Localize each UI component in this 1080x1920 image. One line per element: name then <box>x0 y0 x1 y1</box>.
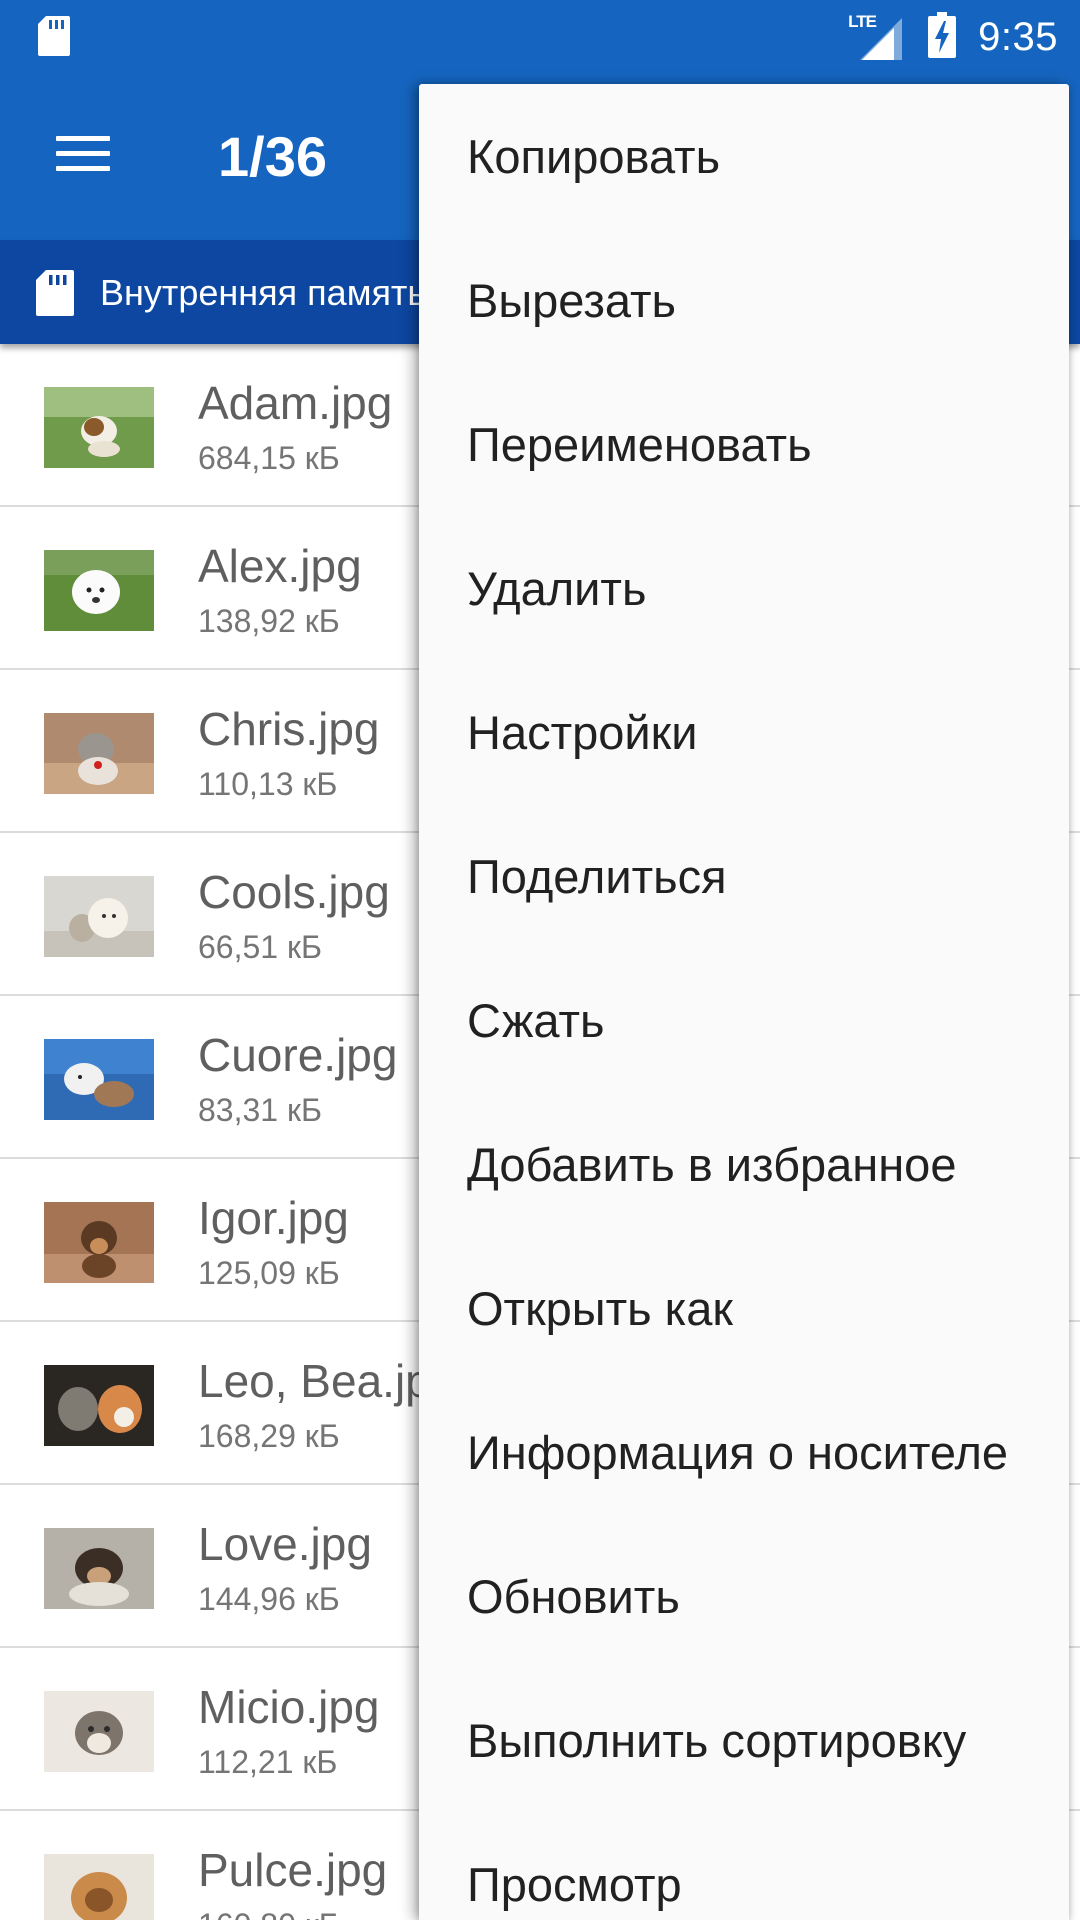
file-size: 168,29 кБ <box>198 1418 340 1454</box>
file-manager-screen: LTE 9:35 1/36 Внутренняя память Adam.jpg… <box>0 0 1080 1920</box>
file-name: Leo, Bea.jpg <box>198 1355 457 1407</box>
file-name: Micio.jpg <box>198 1681 380 1733</box>
menu-item-view[interactable]: Просмотр <box>467 1857 682 1912</box>
menu-item-copy[interactable]: Копировать <box>467 129 720 184</box>
file-name: Cuore.jpg <box>198 1029 398 1081</box>
menu-item-storage-info[interactable]: Информация о носителе <box>467 1425 1008 1480</box>
file-size: 684,15 кБ <box>198 440 340 476</box>
page-title: 1/36 <box>218 125 327 188</box>
sd-card-icon <box>36 14 72 63</box>
file-size: 112,21 кБ <box>198 1744 338 1780</box>
menu-item-delete[interactable]: Удалить <box>467 561 646 616</box>
battery-charging-icon <box>928 11 957 63</box>
status-time: 9:35 <box>978 14 1058 59</box>
thumbnail-image <box>44 1039 154 1120</box>
menu-item-add-favorite[interactable]: Добавить в избранное <box>467 1137 956 1192</box>
thumbnail-image <box>44 387 154 468</box>
file-name: Igor.jpg <box>198 1192 349 1244</box>
menu-item-cut[interactable]: Вырезать <box>467 273 676 328</box>
file-name: Cools.jpg <box>198 866 390 918</box>
menu-item-open-as[interactable]: Открыть как <box>467 1281 733 1336</box>
thumbnail-image <box>44 1854 154 1920</box>
file-size: 138,92 кБ <box>198 603 340 639</box>
thumbnail-image <box>44 713 154 794</box>
menu-item-compress[interactable]: Сжать <box>467 993 605 1048</box>
thumbnail-image <box>44 550 154 631</box>
file-size: 160,80 кБ <box>198 1907 340 1920</box>
menu-item-rename[interactable]: Переименовать <box>467 417 812 472</box>
overflow-menu: Копировать Вырезать Переименовать Удалит… <box>419 84 1069 1920</box>
thumbnail-image <box>44 1528 154 1609</box>
file-name: Chris.jpg <box>198 703 380 755</box>
file-size: 83,31 кБ <box>198 1092 322 1128</box>
status-bar: LTE 9:35 <box>0 0 1080 74</box>
menu-item-refresh[interactable]: Обновить <box>467 1569 680 1624</box>
thumbnail-image <box>44 1691 154 1772</box>
menu-item-settings[interactable]: Настройки <box>467 705 697 760</box>
file-name: Adam.jpg <box>198 377 393 429</box>
file-size: 110,13 кБ <box>198 766 338 802</box>
lte-signal-icon: LTE <box>848 12 904 60</box>
sd-card-icon <box>34 268 76 323</box>
thumbnail-image <box>44 1202 154 1283</box>
breadcrumb-label: Внутренняя память <box>100 272 427 313</box>
menu-item-share[interactable]: Поделиться <box>467 849 727 904</box>
menu-item-sort[interactable]: Выполнить сортировку <box>467 1713 966 1768</box>
file-name: Love.jpg <box>198 1518 372 1570</box>
file-size: 125,09 кБ <box>198 1255 340 1291</box>
hamburger-menu-icon[interactable] <box>54 132 114 176</box>
file-name: Alex.jpg <box>198 540 362 592</box>
thumbnail-image <box>44 1365 154 1446</box>
file-name: Pulce.jpg <box>198 1844 388 1896</box>
file-size: 66,51 кБ <box>198 929 322 965</box>
thumbnail-image <box>44 876 154 957</box>
file-size: 144,96 кБ <box>198 1581 340 1617</box>
